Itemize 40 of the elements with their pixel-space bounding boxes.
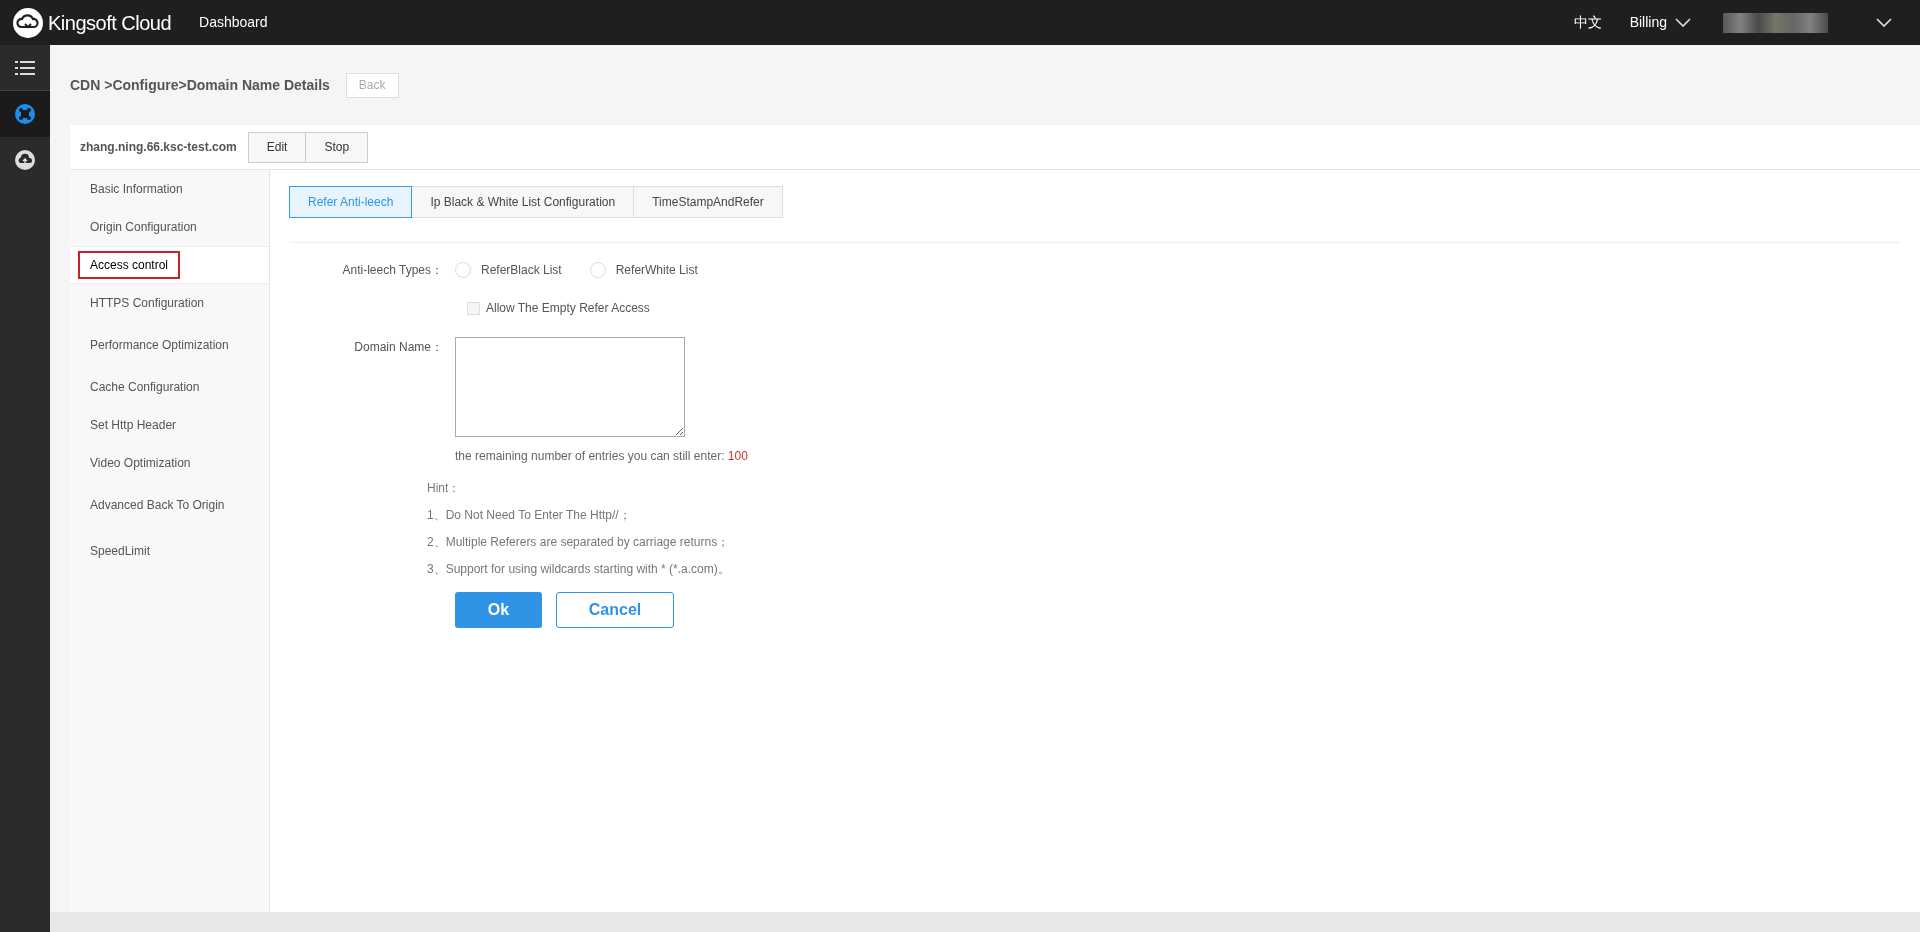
brand-name: Kingsoft Cloud <box>48 10 172 36</box>
field-label: Anti-leech Types： <box>341 262 444 279</box>
domain-name: zhang.ning.66.ksc-test.com <box>80 139 237 156</box>
tab[interactable]: TimeStampAndRefer <box>633 186 783 218</box>
side-menu-item[interactable]: Advanced Back To Origin <box>70 482 269 528</box>
side-menu-item[interactable]: Video Optimization <box>70 444 269 482</box>
side-menu-item[interactable]: Origin Configuration <box>70 208 269 246</box>
dashboard-link[interactable]: Dashboard <box>199 12 268 33</box>
side-menu-item[interactable]: Set Http Header <box>70 406 269 444</box>
account-menu[interactable] <box>1876 17 1892 28</box>
field-label: Domain Name： <box>353 339 444 356</box>
hint-title: Hint： <box>427 480 462 497</box>
side-menu-item[interactable]: SpeedLimit <box>70 528 269 574</box>
billing-menu[interactable]: Billing <box>1629 12 1691 33</box>
network-icon[interactable] <box>14 103 36 125</box>
hint-line: 2、Multiple Referers are separated by carriage returns； <box>427 534 731 551</box>
chevron-down-icon <box>1876 17 1892 28</box>
rail-item[interactable] <box>0 91 50 137</box>
menu-icon[interactable] <box>15 59 35 76</box>
side-menu-item[interactable]: Performance Optimization <box>70 322 269 368</box>
breadcrumb: CDN >Configure>Domain Name Details <box>70 75 330 95</box>
radio-option[interactable]: ReferBlack List <box>455 261 562 279</box>
hint-line: 3、Support for using wildcards starting with * (*.a.com)。 <box>427 561 731 578</box>
allow-empty-checkbox[interactable]: Allow The Empty Refer Access <box>467 299 1900 317</box>
remaining-count-text: the remaining number of entries you can still enter: 100 <box>455 448 749 465</box>
chevron-down-icon <box>1675 17 1691 28</box>
domain-action-button[interactable]: Edit <box>247 131 307 163</box>
side-menu-item[interactable]: HTTPS Configuration <box>70 284 269 322</box>
cloud-upload-icon[interactable] <box>14 149 36 171</box>
checkbox-box[interactable] <box>467 301 480 315</box>
language-link[interactable]: 中文 <box>1573 12 1602 33</box>
tab[interactable]: Ip Black & White List Configuration <box>411 186 635 218</box>
domain-action-button[interactable]: Stop <box>305 131 369 163</box>
side-menu-item[interactable]: Access control <box>70 246 269 284</box>
hint-line: 1、Do Not Need To Enter The Http//； <box>427 507 632 524</box>
cloud-logo-icon <box>12 6 44 39</box>
domain-name-input[interactable] <box>455 337 685 437</box>
side-menu-item[interactable]: Cache Configuration <box>70 368 269 406</box>
radio-option[interactable]: ReferWhite List <box>589 261 698 279</box>
side-menu-item[interactable]: Basic Information <box>70 170 269 208</box>
